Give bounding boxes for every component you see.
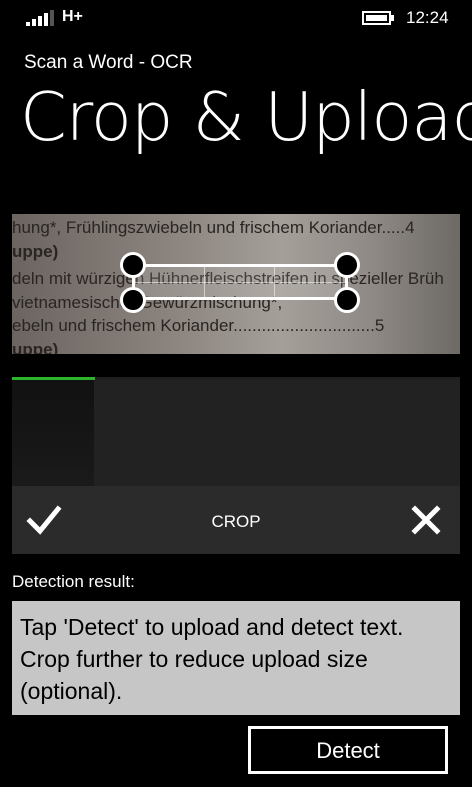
clock: 12:24: [406, 8, 449, 27]
detect-button[interactable]: Detect: [248, 726, 448, 774]
crop-handle-bottom-left[interactable]: [120, 287, 146, 313]
detection-result-label: Detection result:: [12, 572, 135, 591]
crop-grid-line: [135, 282, 345, 283]
status-bar: H+ 12:24: [0, 0, 472, 34]
battery-icon: [362, 11, 394, 25]
captured-image[interactable]: hung*, Frühlingszwiebeln und frischem Ko…: [12, 214, 460, 354]
network-type: H+: [62, 8, 83, 25]
image-text-line: ebeln und frischem Koriander............…: [12, 316, 385, 335]
crop-app-bar: CROP: [12, 486, 460, 554]
page-title: Crop & Upload: [20, 78, 472, 156]
image-text-line: hung*, Frühlingszwiebeln und frischem Ko…: [12, 218, 415, 237]
app-title: Scan a Word - OCR: [24, 52, 193, 73]
crop-selection-box[interactable]: [132, 264, 348, 300]
detection-result-text[interactable]: Tap 'Detect' to upload and detect text. …: [12, 601, 460, 715]
crop-handle-bottom-right[interactable]: [334, 287, 360, 313]
crop-handle-top-right[interactable]: [334, 252, 360, 278]
close-icon[interactable]: [410, 504, 442, 536]
image-text-line: uppe): [12, 340, 59, 354]
thumbnail-item[interactable]: [12, 380, 94, 486]
crop-label: CROP: [211, 512, 261, 531]
thumbnail-strip: [12, 380, 460, 486]
signal-strength-icon: [26, 10, 54, 26]
image-text-line: uppe): [12, 242, 59, 261]
crop-handle-top-left[interactable]: [120, 252, 146, 278]
